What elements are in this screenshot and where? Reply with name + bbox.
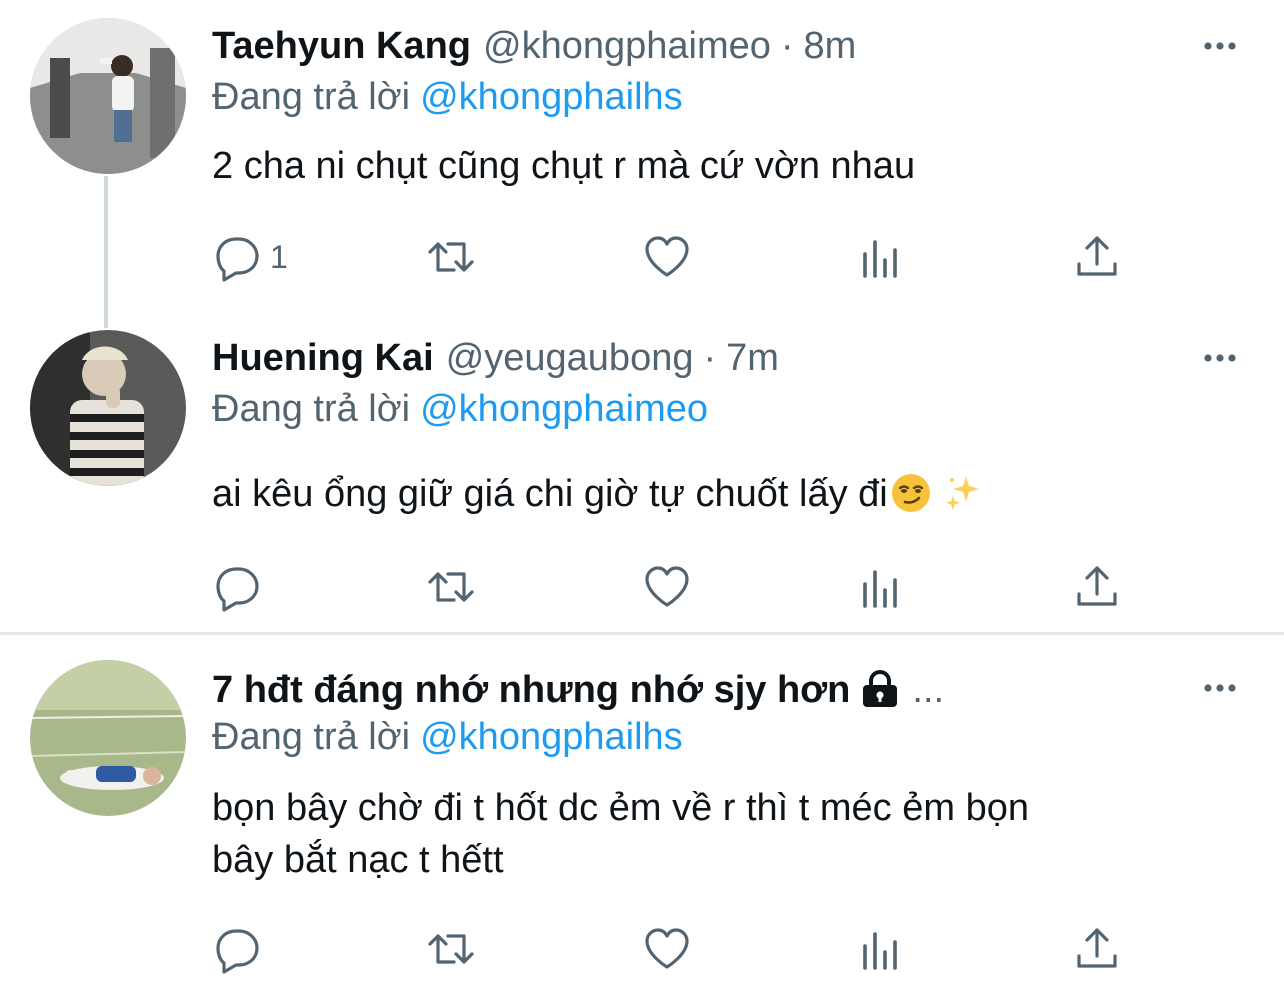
timestamp[interactable]: 8m: [804, 25, 857, 68]
reply-icon: [216, 567, 259, 612]
tweet-text-container: ai kêu ổng giữ giá chi giờ tự chuốt lấy …: [212, 468, 1212, 520]
more-icon: [1204, 42, 1236, 50]
thread-connector-line: [104, 176, 108, 328]
reply-count: 1: [270, 238, 288, 275]
share-icon: [1077, 236, 1117, 276]
separator-dot: ·: [780, 24, 794, 67]
reply-icon: [216, 237, 259, 282]
replying-label: Đang trả lời: [212, 388, 411, 430]
tweet-text: 2 cha ni chụt cũng chụt r mà cứ vờn nhau: [212, 145, 916, 187]
retweet-icon: [428, 242, 474, 272]
replying-to: Đang trả lời @khongphailhs: [212, 716, 683, 759]
display-name[interactable]: Taehyun Kang: [212, 25, 471, 68]
like-button[interactable]: [642, 924, 692, 974]
reply-icon: [216, 929, 259, 974]
lock-icon: [863, 670, 898, 707]
like-icon: [645, 566, 689, 607]
truncation-ellipsis: ...: [912, 668, 945, 711]
like-button[interactable]: [642, 562, 692, 612]
tweet-actions: [212, 924, 1132, 974]
user-handle[interactable]: @yeugaubong: [446, 337, 694, 380]
views-icon: [863, 570, 897, 608]
display-name[interactable]: Huening Kai: [212, 337, 434, 380]
avatar-photo: [30, 330, 186, 486]
avatar[interactable]: [30, 18, 186, 174]
replying-label: Đang trả lời: [212, 76, 411, 118]
views-icon: [863, 240, 897, 278]
avatar[interactable]: [30, 660, 186, 816]
display-name[interactable]: 7 hđt đáng nhớ nhưng nhớ sjy hơn: [212, 669, 850, 712]
replying-to-mention[interactable]: @khongphailhs: [420, 716, 683, 758]
tweet-feed: Taehyun Kang @khongphaimeo · 8m Đang trả…: [0, 0, 1284, 986]
user-handle[interactable]: @khongphaimeo: [483, 25, 771, 68]
retweet-button[interactable]: [426, 562, 476, 612]
more-options-button[interactable]: [1200, 26, 1240, 66]
reply-button[interactable]: [212, 924, 270, 974]
share-icon: [1077, 566, 1117, 606]
tweet-header: Taehyun Kang @khongphaimeo · 8m: [212, 18, 856, 74]
avatar[interactable]: [30, 330, 186, 486]
retweet-button[interactable]: [426, 924, 476, 974]
sparkles-emoji-icon: [945, 476, 979, 510]
tweet-actions: [212, 562, 1132, 612]
retweet-icon: [428, 934, 474, 964]
views-button[interactable]: [857, 232, 907, 282]
like-icon: [645, 236, 689, 277]
reply-button[interactable]: [212, 562, 270, 612]
reply-button[interactable]: 1: [212, 232, 288, 282]
replying-to: Đang trả lời @khongphaimeo: [212, 388, 708, 431]
tweet-actions: 1: [212, 232, 1132, 282]
views-button[interactable]: [857, 924, 907, 974]
views-icon: [863, 932, 897, 970]
tweet-text: bọn bây chờ đi t hốt dc ẻm về r thì t mé…: [212, 782, 1212, 886]
replying-label: Đang trả lời: [212, 716, 411, 758]
tweet-header: Huening Kai @yeugaubong · 7m: [212, 330, 779, 386]
share-button[interactable]: [1072, 924, 1122, 974]
separator-dot: ·: [703, 336, 717, 379]
tweet-text-line: bây bắt nạc t hếtt: [212, 839, 504, 881]
replying-to: Đang trả lời @khongphailhs: [212, 76, 683, 119]
share-icon: [1077, 928, 1117, 968]
views-button[interactable]: [857, 562, 907, 612]
replying-to-mention[interactable]: @khongphailhs: [420, 76, 683, 118]
tweet-divider: [0, 632, 1284, 635]
avatar-photo: [30, 660, 186, 816]
tweet-header: 7 hđt đáng nhớ nhưng nhớ sjy hơn ...: [212, 662, 944, 718]
share-button[interactable]: [1072, 562, 1122, 612]
more-options-button[interactable]: [1200, 338, 1240, 378]
more-icon: [1204, 684, 1236, 692]
retweet-icon: [428, 572, 474, 602]
replying-to-mention[interactable]: @khongphaimeo: [420, 388, 708, 430]
share-button[interactable]: [1072, 232, 1122, 282]
more-icon: [1204, 354, 1236, 362]
retweet-button[interactable]: [426, 232, 476, 282]
tweet-text-line: bọn bây chờ đi t hốt dc ẻm về r thì t mé…: [212, 787, 1029, 829]
more-options-button[interactable]: [1200, 668, 1240, 708]
tweet-text: ai kêu ổng giữ giá chi giờ tự chuốt lấy …: [212, 473, 888, 515]
like-button[interactable]: [642, 232, 692, 282]
smirk-emoji-icon: [891, 474, 930, 512]
like-icon: [645, 928, 689, 969]
timestamp[interactable]: 7m: [726, 337, 779, 380]
avatar-photo: [30, 18, 186, 174]
